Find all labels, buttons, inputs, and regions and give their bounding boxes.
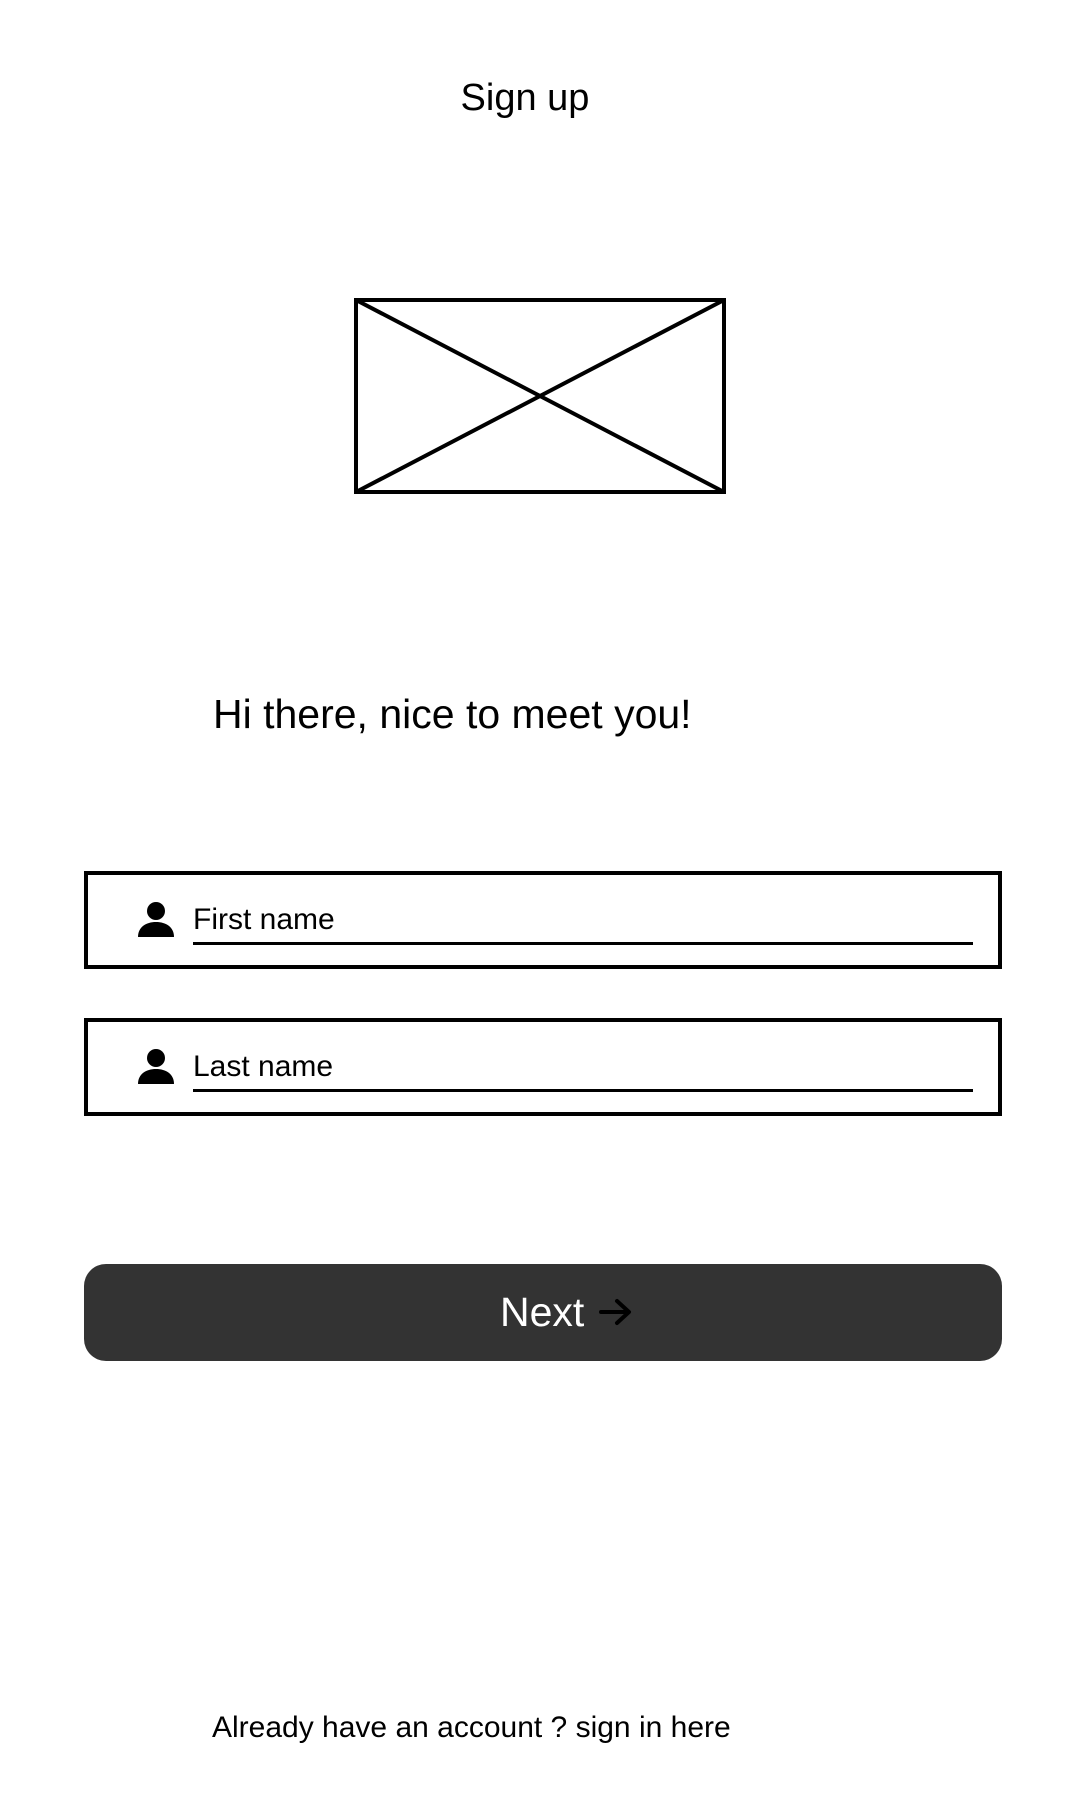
greeting-text: Hi there, nice to meet you! (213, 691, 692, 737)
first-name-field (84, 871, 1002, 969)
first-name-input[interactable] (193, 897, 973, 945)
last-name-field (84, 1018, 1002, 1116)
person-icon (137, 1048, 175, 1084)
page-title: Sign up (460, 77, 590, 119)
next-button[interactable]: Next (84, 1264, 1002, 1361)
arrow-right-icon (599, 1297, 633, 1327)
person-icon (137, 901, 175, 937)
sign-in-link[interactable]: Already have an account ? sign in here (212, 1710, 731, 1746)
sign-up-screen: Sign up Hi there, nice to meet you! Next (0, 0, 1080, 1800)
image-placeholder-icon (354, 298, 726, 494)
last-name-input[interactable] (193, 1044, 973, 1092)
next-button-label: Next (500, 1289, 585, 1335)
